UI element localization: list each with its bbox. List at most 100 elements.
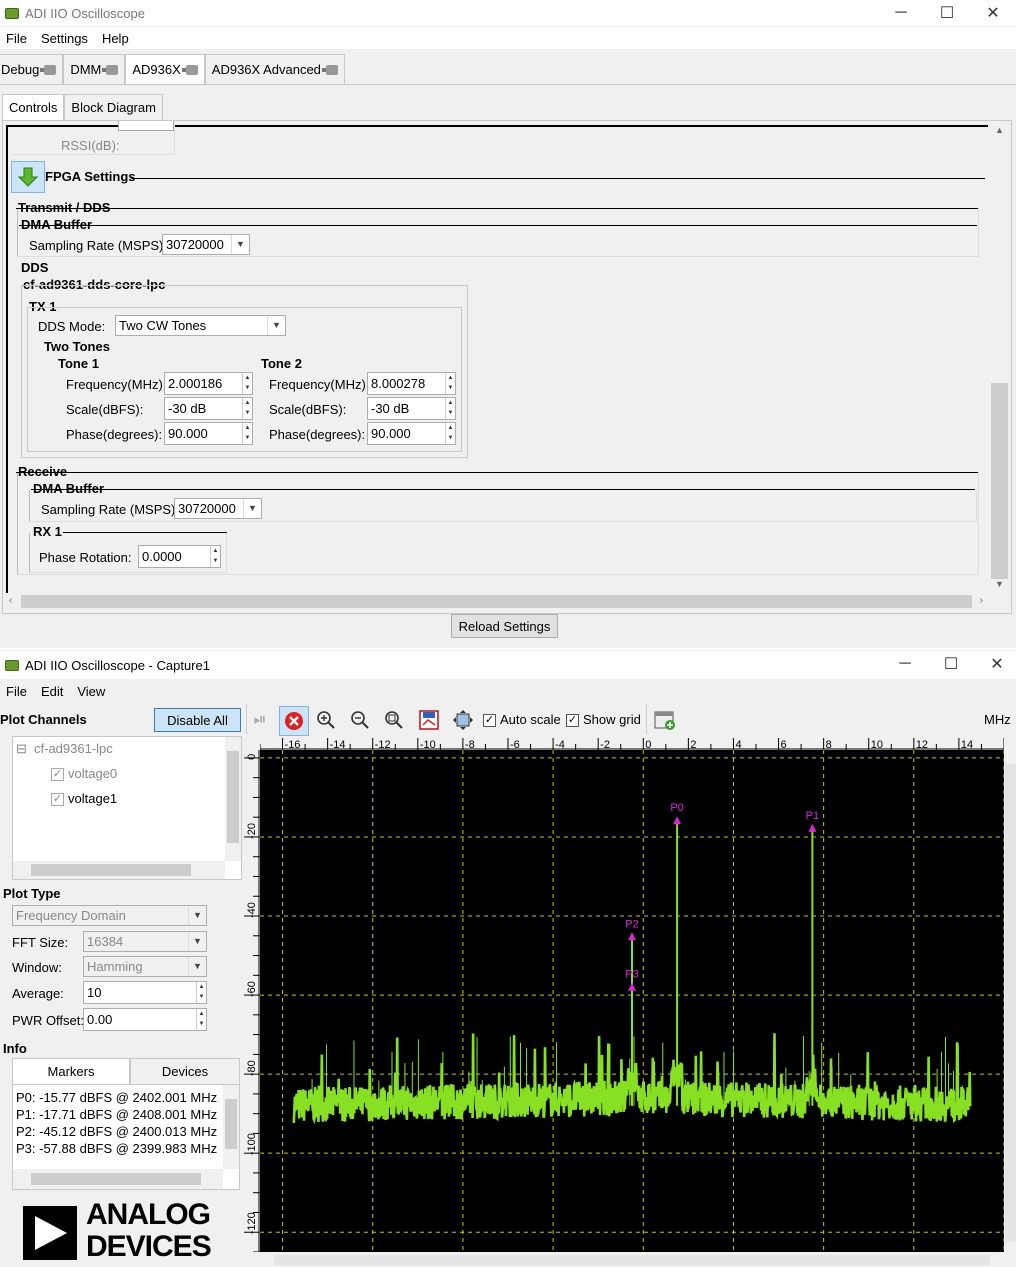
close-icon[interactable]: ✕	[970, 0, 1016, 26]
tx-sampling-rate-select[interactable]: 30720000 ▼	[162, 234, 250, 255]
spinner-icon[interactable]: ▲ ▼	[196, 982, 206, 1003]
add-marker-icon[interactable]	[653, 708, 677, 732]
capture-menu-bar: File Edit View	[0, 680, 1016, 702]
spinner-icon[interactable]: ▲ ▼	[196, 1009, 206, 1030]
tone1-phase-label: Phase(degrees):	[66, 427, 163, 442]
tone2-scale-input[interactable]: -30 dB ▲ ▼	[367, 397, 456, 420]
tab-ad936x-advanced[interactable]: AD936X Advanced	[204, 54, 345, 84]
x-tick-label: 6	[781, 739, 787, 750]
x-tick-label: -16	[285, 739, 301, 750]
tab-controls[interactable]: Controls	[2, 94, 65, 120]
rx-sampling-rate-select[interactable]: 30720000 ▼	[174, 498, 262, 519]
spinner-icon[interactable]: ▲ ▼	[445, 423, 455, 444]
spinner-icon[interactable]: ▲ ▼	[210, 546, 220, 567]
menu-file[interactable]: File	[6, 684, 27, 699]
plot-type-select[interactable]: Frequency Domain ▼	[12, 905, 207, 926]
fft-size-label: FFT Size:	[12, 935, 69, 950]
plot-hscrollbar[interactable]	[260, 1252, 1004, 1267]
app-icon	[5, 7, 19, 19]
chevron-down-icon: ▼	[188, 957, 206, 976]
reload-settings-button[interactable]: Reload Settings	[451, 614, 558, 638]
spinner-icon[interactable]: ▲ ▼	[242, 373, 252, 394]
save-icon[interactable]	[417, 708, 441, 732]
tone1-frequency-input[interactable]: 2.000186 ▲ ▼	[164, 372, 253, 395]
menu-edit[interactable]: Edit	[41, 684, 63, 699]
adi-logo-mark	[23, 1206, 77, 1260]
spinner-icon[interactable]: ▲ ▼	[242, 423, 252, 444]
tab-block-diagram[interactable]: Block Diagram	[64, 94, 163, 120]
plot-vscrollbar[interactable]	[1005, 750, 1016, 1252]
minimize-icon[interactable]: ─	[878, 0, 924, 26]
tab-markers[interactable]: Markers	[12, 1058, 130, 1084]
phase-rotation-input[interactable]: 0.0000 ▲ ▼	[138, 545, 221, 568]
rx-sampling-label: Sampling Rate (MSPS)	[41, 502, 176, 517]
show-grid-checkbox[interactable]: ✓ Show grid	[566, 712, 641, 728]
zoom-in-icon[interactable]	[314, 708, 338, 732]
pwr-offset-label: PWR Offset:	[12, 1013, 84, 1028]
fullscreen-icon[interactable]	[451, 708, 475, 732]
marker-p0: P0: -15.77 dBFS @ 2402.001 MHz	[16, 1090, 218, 1105]
horizontal-scrollbar[interactable]: ‹ ›	[5, 593, 987, 610]
dds-mode-select[interactable]: Two CW Tones ▼	[115, 315, 286, 336]
tree-vscrollbar[interactable]	[225, 737, 241, 861]
window-label: Window:	[12, 960, 62, 975]
collapse-icon[interactable]: ⊟	[16, 741, 27, 757]
zoom-out-icon[interactable]	[348, 708, 372, 732]
tone1-phase-input[interactable]: 90.000 ▲ ▼	[164, 422, 253, 445]
markers-list: P0: -15.77 dBFS @ 2402.001 MHz P1: -17.7…	[12, 1084, 240, 1190]
markers-hscrollbar[interactable]	[13, 1169, 223, 1189]
unit-label: MHz	[984, 712, 1011, 727]
spinner-icon[interactable]: ▲ ▼	[445, 398, 455, 419]
y-tick-label: -120	[246, 1212, 258, 1234]
minimize-icon[interactable]: ─	[882, 651, 928, 677]
window-select[interactable]: Hamming ▼	[83, 956, 207, 977]
marker-label-p0: P0	[670, 802, 683, 814]
spinner-icon[interactable]: ▲ ▼	[242, 398, 252, 419]
average-input[interactable]: 10 ▲ ▼	[83, 981, 207, 1004]
chevron-down-icon: ▼	[188, 932, 206, 951]
stop-button[interactable]	[279, 706, 309, 736]
plug-icon	[40, 64, 57, 75]
tone1-scale-input[interactable]: -30 dB ▲ ▼	[164, 397, 253, 420]
x-axis: -16-14-12-10-8-6-4-2024681012141	[260, 738, 1004, 750]
markers-vscrollbar[interactable]	[223, 1085, 239, 1169]
info-header: Info	[3, 1041, 27, 1056]
step-icon[interactable]: ⏯	[248, 708, 272, 732]
tab-ad936x[interactable]: AD936X	[125, 54, 205, 84]
tone2-phase-input[interactable]: 90.000 ▲ ▼	[367, 422, 456, 445]
tx-sampling-label: Sampling Rate (MSPS)	[29, 238, 164, 253]
tab-debug[interactable]: Debug	[0, 54, 64, 84]
tree-hscrollbar[interactable]	[13, 861, 225, 879]
menu-settings[interactable]: Settings	[41, 31, 88, 46]
channel-voltage0[interactable]: ✓ voltage0	[51, 766, 117, 782]
maximize-icon[interactable]: ☐	[924, 0, 970, 26]
menu-help[interactable]: Help	[102, 31, 129, 46]
auto-scale-checkbox[interactable]: ✓ Auto scale	[483, 712, 561, 728]
x-tick-label: 4	[735, 739, 741, 750]
x-tick-label: 8	[826, 739, 832, 750]
fft-size-select[interactable]: 16384 ▼	[83, 931, 207, 952]
channel-voltage1[interactable]: ✓ voltage1	[51, 791, 117, 807]
zoom-fit-icon[interactable]	[382, 708, 406, 732]
x-tick-label: 2	[690, 739, 696, 750]
expand-fpga-button[interactable]	[11, 161, 45, 193]
tab-dmm[interactable]: DMM	[63, 54, 126, 84]
y-tick-label: -40	[246, 902, 258, 918]
channel-tree: ⊟ cf-ad9361-lpc ✓ voltage0 ✓ voltage1	[12, 736, 242, 880]
pwr-offset-input[interactable]: 0.00 ▲ ▼	[83, 1008, 207, 1031]
plot-type-header: Plot Type	[3, 886, 61, 901]
tone2-frequency-input[interactable]: 8.000278 ▲ ▼	[367, 372, 456, 395]
menu-file[interactable]: File	[6, 31, 27, 46]
close-icon[interactable]: ✕	[974, 651, 1016, 677]
maximize-icon[interactable]: ☐	[928, 651, 974, 677]
disable-all-button[interactable]: Disable All	[154, 708, 241, 732]
vertical-scrollbar[interactable]: ▲ ▼	[991, 121, 1008, 593]
device-node[interactable]: cf-ad9361-lpc	[34, 741, 113, 756]
tab-devices[interactable]: Devices	[130, 1058, 240, 1084]
menu-view[interactable]: View	[77, 684, 105, 699]
spectrum-plot[interactable]: P0 P1 P2 P3	[260, 750, 1004, 1252]
y-tick-label: -20	[246, 823, 258, 839]
spinner-icon[interactable]: ▲ ▼	[445, 373, 455, 394]
tone2-header: Tone 2	[261, 356, 302, 371]
plug-icon	[181, 64, 198, 75]
